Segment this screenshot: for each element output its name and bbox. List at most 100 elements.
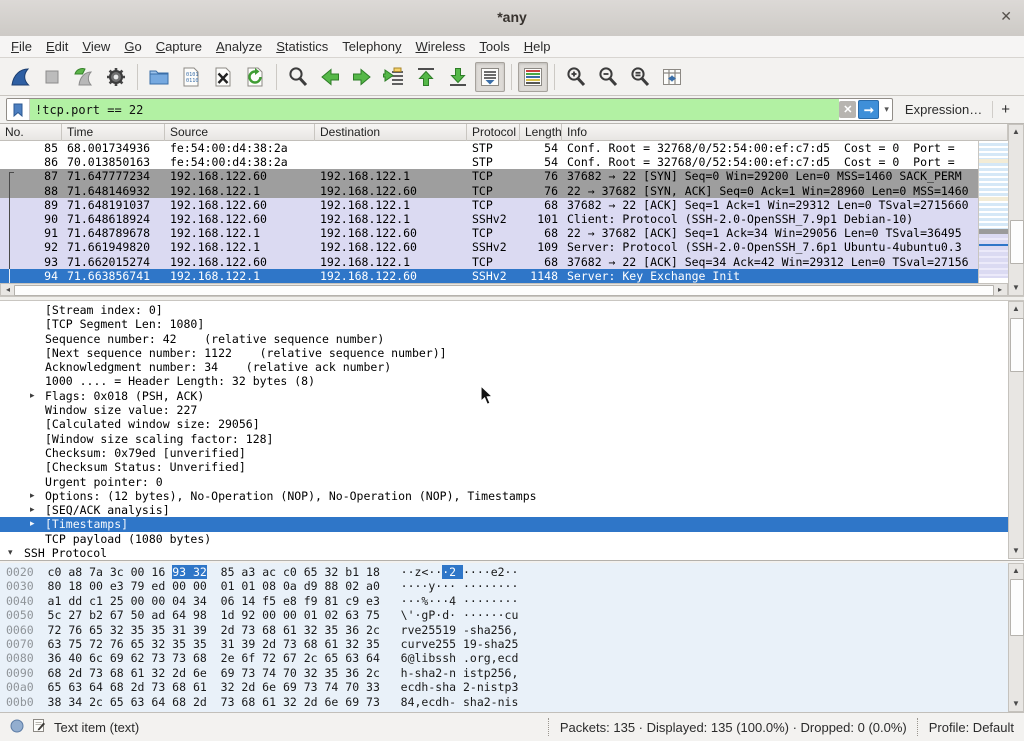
expander-closed-icon[interactable]: ▸ <box>30 389 35 403</box>
go-forward-button[interactable] <box>347 62 377 92</box>
packet-row-85[interactable]: 8568.001734936fe:54:00:d4:38:2aSTP54Conf… <box>0 141 978 155</box>
hex-row-00b0[interactable]: 00b0 38 34 2c 65 63 64 68 2d 73 68 61 32… <box>0 695 1008 709</box>
hex-row-0030[interactable]: 0030 80 18 00 e3 79 ed 00 00 01 01 08 0a… <box>0 579 1008 593</box>
expander-closed-icon[interactable]: ▸ <box>30 489 35 503</box>
menu-edit[interactable]: Edit <box>39 39 75 54</box>
column-header-info[interactable]: Info <box>562 124 1008 141</box>
display-filter-input[interactable]: !tcp.port == 22 ✕ ➞ ▾ <box>6 98 893 121</box>
resize-columns-button[interactable] <box>657 62 687 92</box>
hex-row-0090[interactable]: 0090 68 2d 73 68 61 32 2d 6e 69 73 74 70… <box>0 666 1008 680</box>
filter-value-area[interactable]: !tcp.port == 22 <box>30 99 839 120</box>
reload-file-button[interactable] <box>240 62 270 92</box>
filter-history-caret-icon[interactable]: ▾ <box>881 104 892 115</box>
packet-list-minimap[interactable] <box>978 141 1008 283</box>
expression-button[interactable]: Expression… <box>893 102 992 117</box>
packet-list-header[interactable]: No.TimeSourceDestinationProtocolLengthIn… <box>0 124 1008 141</box>
filter-bookmark-icon[interactable] <box>7 99 30 120</box>
detail-line[interactable]: ▸[SEQ/ACK analysis] <box>0 503 1008 517</box>
expert-info-icon[interactable] <box>10 719 24 736</box>
hex-row-0080[interactable]: 0080 36 40 6c 69 62 73 73 68 2e 6f 72 67… <box>0 651 1008 665</box>
menu-analyze[interactable]: Analyze <box>209 39 269 54</box>
expander-open-icon[interactable]: ▾ <box>8 546 13 560</box>
stop-capture-button[interactable] <box>37 62 67 92</box>
menu-telephony[interactable]: Telephony <box>335 39 408 54</box>
packet-list-hscroll-thumb[interactable] <box>14 285 994 296</box>
detail-line[interactable]: [Stream index: 0] <box>0 303 1008 317</box>
restart-capture-button[interactable] <box>69 62 99 92</box>
detail-line[interactable]: Urgent pointer: 0 <box>0 475 1008 489</box>
detail-line[interactable]: Window size value: 227 <box>0 403 1008 417</box>
find-packet-button[interactable] <box>283 62 313 92</box>
save-file-button[interactable]: 01010110 <box>176 62 206 92</box>
menu-capture[interactable]: Capture <box>149 39 209 54</box>
start-capture-button[interactable] <box>5 62 35 92</box>
detail-line[interactable]: Sequence number: 42 (relative sequence n… <box>0 332 1008 346</box>
column-header-time[interactable]: Time <box>62 124 165 141</box>
column-header-length[interactable]: Length <box>520 124 562 141</box>
detail-line[interactable]: [Calculated window size: 29056] <box>0 417 1008 431</box>
go-to-top-button[interactable] <box>411 62 441 92</box>
detail-line[interactable]: Checksum: 0x79ed [unverified] <box>0 446 1008 460</box>
details-vscroll-thumb[interactable] <box>1010 318 1024 372</box>
column-header-source[interactable]: Source <box>165 124 315 141</box>
packet-row-86[interactable]: 8670.013850163fe:54:00:d4:38:2aSTP54Conf… <box>0 155 978 169</box>
capture-options-button[interactable] <box>101 62 131 92</box>
details-vscrollbar[interactable]: ▲ ▼ <box>1008 301 1024 559</box>
hex-row-0040[interactable]: 0040 a1 dd c1 25 00 00 04 34 06 14 f5 e8… <box>0 594 1008 608</box>
close-window-icon[interactable]: ✕ <box>1000 8 1012 25</box>
menu-file[interactable]: File <box>4 39 39 54</box>
menu-go[interactable]: Go <box>117 39 148 54</box>
clear-filter-icon[interactable]: ✕ <box>839 101 856 118</box>
column-header-protocol[interactable]: Protocol <box>467 124 520 141</box>
packet-list-vscrollbar[interactable]: ▲ ▼ <box>1008 124 1024 296</box>
column-header-destination[interactable]: Destination <box>315 124 467 141</box>
open-file-button[interactable] <box>144 62 174 92</box>
detail-line[interactable]: ▸Flags: 0x018 (PSH, ACK) <box>0 389 1008 403</box>
detail-line[interactable]: Acknowledgment number: 34 (relative ack … <box>0 360 1008 374</box>
packet-row-91[interactable]: 9171.648789678192.168.122.1192.168.122.6… <box>0 226 978 240</box>
packet-row-90[interactable]: 9071.648618924192.168.122.60192.168.122.… <box>0 212 978 226</box>
apply-filter-icon[interactable]: ➞ <box>858 100 879 119</box>
expander-closed-icon[interactable]: ▸ <box>30 503 35 517</box>
zoom-original-button[interactable] <box>625 62 655 92</box>
colorize-packets-button[interactable] <box>518 62 548 92</box>
detail-line[interactable]: [Window size scaling factor: 128] <box>0 432 1008 446</box>
packet-row-88[interactable]: 8871.648146932192.168.122.1192.168.122.6… <box>0 184 978 198</box>
menu-tools[interactable]: Tools <box>472 39 516 54</box>
go-to-bottom-button[interactable] <box>443 62 473 92</box>
hex-row-0050[interactable]: 0050 5c 27 b2 67 50 ad 64 98 1d 92 00 00… <box>0 608 1008 622</box>
detail-line[interactable]: TCP payload (1080 bytes) <box>0 532 1008 546</box>
menu-statistics[interactable]: Statistics <box>269 39 335 54</box>
go-back-button[interactable] <box>315 62 345 92</box>
menu-wireless[interactable]: Wireless <box>409 39 473 54</box>
menu-help[interactable]: Help <box>517 39 558 54</box>
detail-line[interactable]: ▾SSH Protocol <box>0 546 1008 560</box>
detail-line[interactable]: ▸[Timestamps] <box>0 517 1008 531</box>
expander-closed-icon[interactable]: ▸ <box>30 517 35 531</box>
bytes-vscrollbar[interactable]: ▲ ▼ <box>1008 563 1024 712</box>
detail-line[interactable]: 1000 .... = Header Length: 32 bytes (8) <box>0 374 1008 388</box>
hex-row-0020[interactable]: 0020 c0 a8 7a 3c 00 16 93 32 85 a3 ac c0… <box>0 565 1008 579</box>
auto-scroll-button[interactable] <box>475 62 505 92</box>
packet-row-93[interactable]: 9371.662015274192.168.122.60192.168.122.… <box>0 255 978 269</box>
zoom-out-button[interactable] <box>593 62 623 92</box>
packet-row-87[interactable]: 8771.647777234192.168.122.60192.168.122.… <box>0 169 978 183</box>
packet-row-89[interactable]: 8971.648191037192.168.122.60192.168.122.… <box>0 198 978 212</box>
hex-row-0060[interactable]: 0060 72 76 65 32 35 35 31 39 2d 73 68 61… <box>0 623 1008 637</box>
hex-row-0070[interactable]: 0070 63 75 72 76 65 32 35 35 31 39 2d 73… <box>0 637 1008 651</box>
go-to-packet-button[interactable] <box>379 62 409 92</box>
menu-view[interactable]: View <box>75 39 117 54</box>
packet-list-hscrollbar[interactable]: ◂ ▸ <box>0 283 1008 296</box>
zoom-in-button[interactable] <box>561 62 591 92</box>
packet-list-vscroll-thumb[interactable] <box>1010 220 1024 264</box>
detail-line[interactable]: [Checksum Status: Unverified] <box>0 460 1008 474</box>
detail-line[interactable]: [TCP Segment Len: 1080] <box>0 317 1008 331</box>
close-file-button[interactable] <box>208 62 238 92</box>
packet-row-94[interactable]: 9471.663856741192.168.122.1192.168.122.6… <box>0 269 978 283</box>
capture-comment-icon[interactable] <box>32 718 46 736</box>
detail-line[interactable]: [Next sequence number: 1122 (relative se… <box>0 346 1008 360</box>
packet-row-92[interactable]: 9271.661949820192.168.122.1192.168.122.6… <box>0 240 978 254</box>
bytes-vscroll-thumb[interactable] <box>1010 579 1024 636</box>
detail-line[interactable]: ▸Options: (12 bytes), No-Operation (NOP)… <box>0 489 1008 503</box>
column-header-no[interactable]: No. <box>0 124 62 141</box>
